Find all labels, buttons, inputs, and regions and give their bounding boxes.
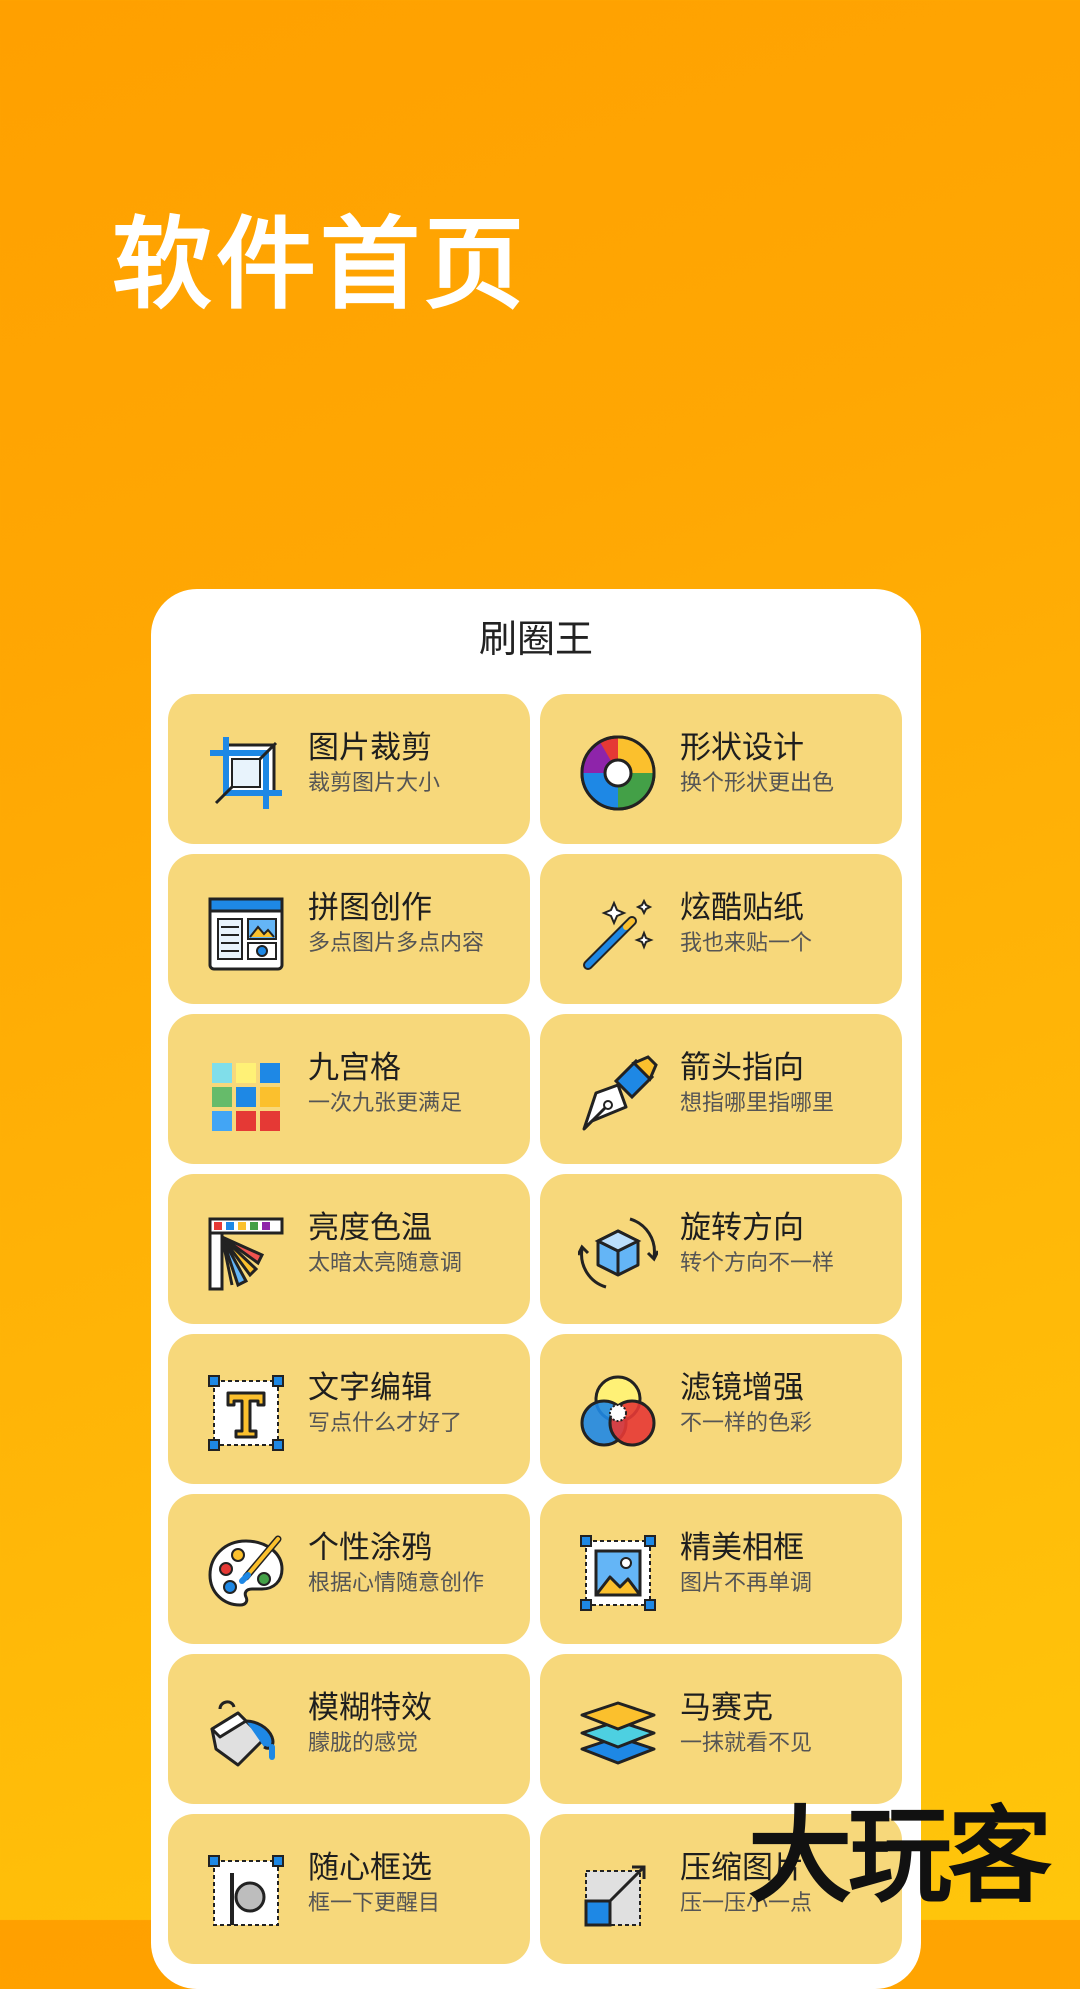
layers-icon	[578, 1693, 658, 1773]
feature-grid: 图片裁剪 裁剪图片大小 形状设计 换个形状更出色 拼图创作 多点图片多点内容 炫…	[168, 694, 904, 1964]
feature-tile-shape[interactable]: 形状设计 换个形状更出色	[540, 694, 902, 844]
feature-desc: 不一样的色彩	[680, 1411, 813, 1436]
feature-desc: 根据心情随意创作	[308, 1571, 485, 1596]
paint-bucket-icon	[206, 1693, 286, 1773]
feature-tile-doodle[interactable]: 个性涂鸦 根据心情随意创作	[168, 1494, 530, 1644]
compress-icon	[578, 1853, 658, 1933]
feature-desc: 想指哪里指哪里	[680, 1091, 835, 1116]
feature-desc: 朦胧的感觉	[308, 1731, 419, 1756]
text-box-icon	[206, 1373, 286, 1453]
feature-tile-nine-grid[interactable]: 九宫格 一次九张更满足	[168, 1014, 530, 1164]
feature-desc: 写点什么才好了	[308, 1411, 463, 1436]
feature-name: 模糊特效	[308, 1690, 432, 1726]
card-title: 刷圈王	[478, 617, 593, 661]
feature-name: 精美相框	[680, 1530, 804, 1566]
feature-name: 箭头指向	[680, 1050, 804, 1086]
feature-name: 滤镜增强	[680, 1370, 804, 1406]
feature-name: 旋转方向	[680, 1210, 804, 1246]
photo-frame-icon	[578, 1533, 658, 1613]
feature-name: 图片裁剪	[308, 730, 432, 766]
feature-desc: 太暗太亮随意调	[308, 1251, 463, 1276]
feature-desc: 一次九张更满足	[308, 1091, 463, 1116]
watermark-logo: 大玩客	[748, 1795, 1052, 1917]
crop-icon	[206, 733, 286, 813]
select-frame-icon	[206, 1853, 286, 1933]
feature-desc: 换个形状更出色	[680, 771, 835, 796]
paint-palette-icon	[206, 1533, 286, 1613]
feature-name: 拼图创作	[308, 890, 432, 926]
feature-tile-crop[interactable]: 图片裁剪 裁剪图片大小	[168, 694, 530, 844]
feature-tile-text[interactable]: 文字编辑 写点什么才好了	[168, 1334, 530, 1484]
feature-tile-frame[interactable]: 精美相框 图片不再单调	[540, 1494, 902, 1644]
feature-tile-mosaic[interactable]: 马赛克 一抹就看不见	[540, 1654, 902, 1804]
feature-name: 形状设计	[680, 730, 804, 766]
feature-name: 炫酷贴纸	[680, 890, 804, 926]
feature-desc: 我也来贴一个	[680, 931, 813, 956]
feature-name: 亮度色温	[308, 1210, 432, 1246]
feature-tile-rotate[interactable]: 旋转方向 转个方向不一样	[540, 1174, 902, 1324]
feature-tile-filter[interactable]: 滤镜增强 不一样的色彩	[540, 1334, 902, 1484]
feature-tile-sticker[interactable]: 炫酷贴纸 我也来贴一个	[540, 854, 902, 1004]
feature-desc: 框一下更醒目	[308, 1891, 441, 1916]
magic-wand-icon	[578, 893, 658, 973]
feature-tile-select[interactable]: 随心框选 框一下更醒目	[168, 1814, 530, 1964]
feature-tile-collage[interactable]: 拼图创作 多点图片多点内容	[168, 854, 530, 1004]
rotate-cube-icon	[578, 1213, 658, 1293]
feature-card: 刷圈王 图片裁剪 裁剪图片大小 形状设计 换个形状更出色 拼图创作 多点图片多点…	[151, 589, 921, 1989]
page-title: 软件首页	[112, 206, 528, 323]
feature-tile-arrow[interactable]: 箭头指向 想指哪里指哪里	[540, 1014, 902, 1164]
filter-circles-icon	[578, 1373, 658, 1453]
feature-name: 个性涂鸦	[308, 1530, 432, 1566]
nine-grid-icon	[206, 1053, 286, 1133]
feature-name: 文字编辑	[308, 1370, 432, 1406]
feature-desc: 转个方向不一样	[680, 1251, 835, 1276]
feature-tile-brightness[interactable]: 亮度色温 太暗太亮随意调	[168, 1174, 530, 1324]
feature-desc: 裁剪图片大小	[308, 771, 441, 796]
color-wheel-icon	[578, 733, 658, 813]
feature-name: 九宫格	[308, 1050, 401, 1086]
feature-desc: 一抹就看不见	[680, 1731, 813, 1756]
feature-desc: 多点图片多点内容	[308, 931, 485, 956]
feature-tile-blur[interactable]: 模糊特效 朦胧的感觉	[168, 1654, 530, 1804]
feature-name: 随心框选	[308, 1850, 432, 1886]
pen-nib-icon	[578, 1053, 658, 1133]
feature-name: 马赛克	[680, 1690, 773, 1726]
feature-desc: 图片不再单调	[680, 1571, 813, 1596]
collage-icon	[206, 893, 286, 973]
color-swatches-icon	[206, 1213, 286, 1293]
